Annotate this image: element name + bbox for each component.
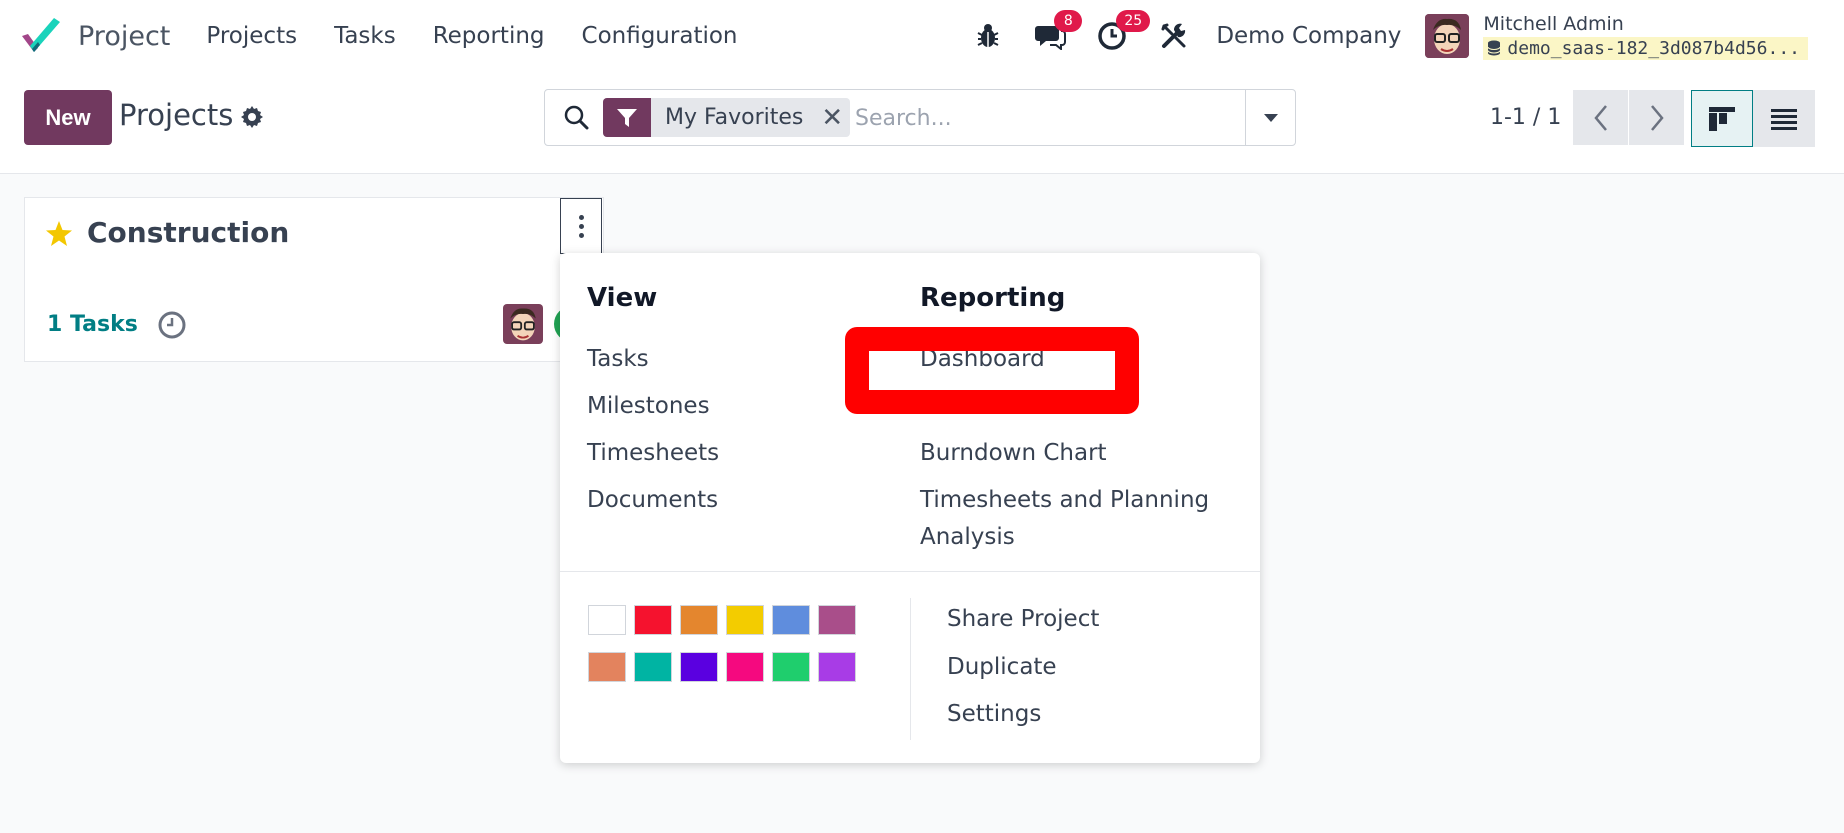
project-tasks-link[interactable]: 1 Tasks [47, 312, 138, 337]
card-menu-button[interactable] [560, 198, 602, 254]
list-icon [1771, 108, 1797, 130]
activity-clock-icon[interactable] [157, 310, 187, 344]
color-swatch[interactable] [588, 605, 626, 635]
view-documents-item[interactable]: Documents [587, 487, 718, 513]
caret-down-icon [1263, 113, 1278, 122]
dropdown-divider [560, 571, 1260, 572]
color-swatch[interactable] [634, 652, 672, 682]
search-icon[interactable] [563, 104, 589, 134]
color-swatch[interactable] [772, 652, 810, 682]
activity-clock-icon[interactable]: 25 [1096, 10, 1151, 52]
color-swatch[interactable] [772, 605, 810, 635]
database-name: demo_saas-182_3d087b4d56... [1483, 36, 1808, 60]
search-input[interactable] [855, 100, 1235, 136]
view-heading: View [587, 283, 658, 313]
color-swatch[interactable] [818, 652, 856, 682]
favorite-star-icon[interactable] [45, 220, 73, 251]
chevron-left-icon [1593, 104, 1607, 131]
search-options-toggle[interactable] [1245, 90, 1295, 145]
messages-count-badge: 8 [1054, 10, 1083, 32]
pager-next-button[interactable] [1629, 90, 1684, 145]
app-brand[interactable]: Project [20, 16, 170, 56]
menu-dot [578, 232, 584, 238]
new-button[interactable]: New [24, 90, 112, 145]
user-avatar[interactable] [1425, 14, 1470, 58]
list-view-button[interactable] [1753, 90, 1815, 147]
tools-icon[interactable] [1158, 20, 1190, 52]
facet-close-icon[interactable]: ✕ [821, 103, 843, 133]
messages-icon[interactable]: 8 [1034, 10, 1083, 52]
menu-dot [578, 223, 584, 229]
filter-icon [603, 98, 651, 137]
color-swatch[interactable] [588, 652, 626, 682]
company-switcher[interactable]: Demo Company [1216, 23, 1401, 49]
menu-dot [578, 214, 584, 220]
settings-item[interactable]: Settings [947, 701, 1041, 727]
user-name: Mitchell Admin [1483, 12, 1624, 35]
view-tasks-item[interactable]: Tasks [587, 346, 649, 372]
color-swatch[interactable] [680, 605, 718, 635]
menu-tasks[interactable]: Tasks [334, 23, 396, 49]
color-swatch[interactable] [726, 652, 764, 682]
kanban-view-button[interactable] [1691, 90, 1753, 147]
pager-previous-button[interactable] [1573, 90, 1628, 145]
menu-reporting[interactable]: Reporting [433, 23, 545, 49]
color-swatch[interactable] [680, 652, 718, 682]
user-menu[interactable]: Mitchell Admin demo_saas-182_3d087b4d56.… [1483, 13, 1808, 60]
reporting-heading: Reporting [920, 283, 1066, 313]
gear-icon[interactable] [240, 105, 264, 133]
color-swatch[interactable] [726, 605, 764, 635]
main-menu: Projects Tasks Reporting Configuration [206, 23, 774, 49]
card-dropdown-menu: View Tasks Milestones Timesheets Documen… [560, 253, 1260, 763]
kanban-icon [1709, 106, 1735, 131]
top-navbar: Project Projects Tasks Reporting Configu… [0, 0, 1844, 72]
search-panel: My Favorites ✕ [544, 89, 1296, 146]
dropdown-divider [910, 598, 911, 740]
activities-count-badge: 25 [1116, 10, 1151, 32]
bug-icon[interactable] [972, 20, 1004, 52]
menu-configuration[interactable]: Configuration [582, 23, 738, 49]
database-icon [1487, 40, 1501, 56]
chevron-right-icon [1650, 104, 1664, 131]
pager-value[interactable]: 1-1 / 1 [1490, 105, 1561, 130]
reporting-dashboard-item[interactable]: Dashboard [920, 346, 1045, 372]
project-manager-avatar[interactable] [503, 304, 543, 344]
view-milestones-item[interactable]: Milestones [587, 393, 710, 419]
filter-facet: My Favorites ✕ [603, 98, 850, 137]
page-title: Projects [119, 98, 234, 132]
app-name: Project [78, 20, 171, 52]
systray: 8 25 Demo Company Mitchell Admin demo_sa… [972, 0, 1844, 72]
project-logo-icon [20, 16, 64, 56]
view-timesheets-item[interactable]: Timesheets [587, 440, 719, 466]
reporting-timesheets-planning-item[interactable]: Timesheets and Planning [920, 487, 1209, 513]
reporting-analysis-item[interactable]: Analysis [920, 524, 1015, 550]
control-panel: New Projects My Favorites ✕ 1-1 / 1 [0, 72, 1844, 174]
share-project-item[interactable]: Share Project [947, 606, 1099, 632]
facet-label: My Favorites [665, 105, 804, 130]
reporting-burndown-chart-item[interactable]: Burndown Chart [920, 440, 1107, 466]
project-card[interactable]: Construction 1 Tasks [24, 197, 604, 362]
color-swatch[interactable] [634, 605, 672, 635]
menu-projects[interactable]: Projects [206, 23, 297, 49]
color-swatch[interactable] [818, 605, 856, 635]
duplicate-item[interactable]: Duplicate [947, 654, 1057, 680]
database-name-text: demo_saas-182_3d087b4d56... [1507, 37, 1800, 59]
project-title: Construction [87, 216, 290, 249]
